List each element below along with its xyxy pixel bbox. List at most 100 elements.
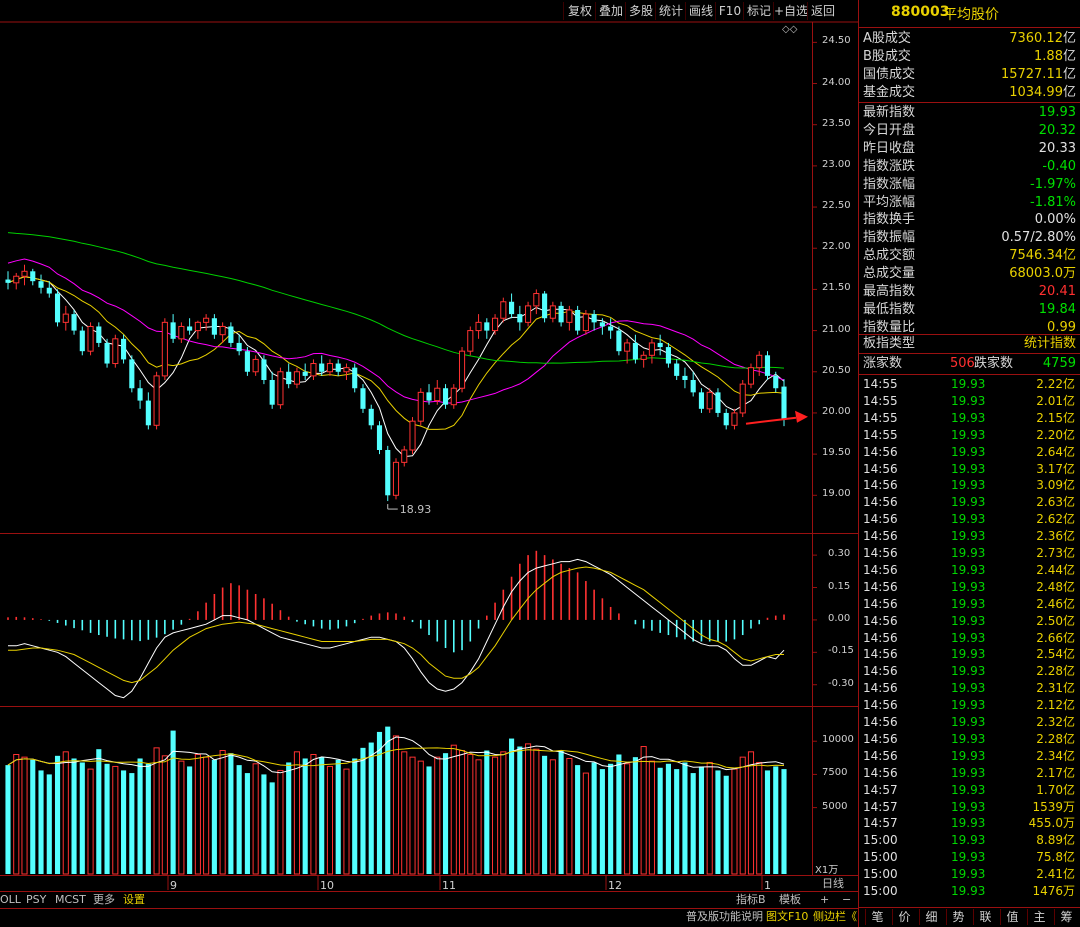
volume-bar bbox=[302, 758, 308, 874]
red-arrow-head bbox=[795, 410, 808, 423]
tick-row: 15:00 19.93 8.89亿 bbox=[861, 832, 1079, 849]
x-tick-label: 12 bbox=[608, 879, 622, 892]
tick-price: 19.93 bbox=[951, 765, 986, 780]
volume-bar bbox=[624, 763, 631, 875]
candle-body bbox=[500, 301, 507, 319]
toolbar-button[interactable]: +自选 bbox=[773, 2, 808, 20]
panel-tab[interactable]: 势 bbox=[946, 909, 970, 925]
indicator-tab[interactable]: MCST bbox=[55, 893, 86, 907]
tick-time: 14:56 bbox=[863, 546, 898, 560]
toolbar-button[interactable]: 多股 bbox=[625, 2, 656, 20]
indicator-tab[interactable]: 更多 bbox=[93, 893, 115, 907]
panel-tab[interactable]: 细 bbox=[919, 909, 943, 925]
diamond-icon[interactable]: ◇◇ bbox=[782, 24, 797, 35]
tick-row: 15:00 19.93 1476万 bbox=[861, 883, 1079, 900]
tick-price: 19.93 bbox=[951, 495, 986, 510]
indicator-tab[interactable]: OLL bbox=[0, 893, 21, 907]
volume-bar bbox=[549, 759, 556, 875]
up-count-value: 506 bbox=[950, 356, 975, 371]
panel-tab[interactable]: 联 bbox=[973, 909, 997, 925]
market-amount: 7360.12 bbox=[1009, 31, 1063, 46]
tick-volume: 455.0万 bbox=[1028, 816, 1075, 831]
panel-tab[interactable]: 笔 bbox=[865, 909, 889, 925]
toolbar-button[interactable]: 统计 bbox=[655, 2, 686, 20]
volume-bar bbox=[30, 759, 36, 874]
volume-bar bbox=[121, 770, 127, 874]
zoom-in-button[interactable]: + bbox=[820, 893, 829, 907]
macd-tick-label: 0.00 bbox=[828, 612, 851, 624]
tick-row: 14:56 19.93 2.17亿 bbox=[861, 765, 1079, 782]
tick-time: 15:00 bbox=[863, 884, 898, 898]
candle-body bbox=[368, 408, 374, 426]
panel-tab[interactable]: 筹 bbox=[1054, 909, 1078, 925]
stock-chart[interactable]: 18.93 bbox=[0, 0, 858, 927]
tick-volume: 2.01亿 bbox=[1036, 393, 1075, 408]
help-link[interactable]: 普及版功能说明 bbox=[686, 910, 763, 924]
period-label[interactable]: 日线 bbox=[822, 877, 844, 891]
panel-tab[interactable]: 主 bbox=[1027, 909, 1051, 925]
quote-label: 指数涨跌 bbox=[863, 158, 916, 174]
quote-label: 最低指数 bbox=[863, 301, 916, 317]
candle-body bbox=[739, 383, 746, 414]
quote-row: 指数换手 0.00% bbox=[862, 211, 1078, 228]
toolbar-button[interactable]: 画线 bbox=[685, 2, 716, 20]
quote-row: 最低指数 19.84 bbox=[862, 301, 1078, 318]
market-amount: 1.88 bbox=[1034, 49, 1063, 64]
volume-bar bbox=[747, 751, 755, 875]
candle-body bbox=[335, 363, 341, 372]
tick-price: 19.93 bbox=[951, 410, 986, 425]
toolbar-button[interactable]: 返回 bbox=[807, 2, 838, 20]
tick-row: 14:56 19.93 2.32亿 bbox=[861, 714, 1079, 731]
macd-tick-label: -0.15 bbox=[828, 645, 854, 657]
volume-bar bbox=[409, 756, 416, 875]
quote-value: 68003.0万 bbox=[1009, 266, 1076, 282]
tick-volume: 2.34亿 bbox=[1036, 748, 1075, 763]
tick-row: 14:56 19.93 3.09亿 bbox=[861, 477, 1079, 494]
volume-bar bbox=[129, 773, 135, 874]
tick-price: 19.93 bbox=[951, 647, 986, 662]
tick-volume: 2.12亿 bbox=[1036, 698, 1075, 713]
tick-row: 14:56 19.93 2.48亿 bbox=[861, 579, 1079, 596]
candle-body bbox=[575, 310, 581, 331]
tick-volume: 2.48亿 bbox=[1036, 579, 1075, 594]
indicator-b-button[interactable]: 指标B bbox=[736, 893, 766, 907]
divider bbox=[859, 353, 1080, 354]
candle-body bbox=[30, 271, 36, 282]
indicator-tab[interactable]: 设置 bbox=[123, 893, 145, 907]
tick-time: 14:56 bbox=[863, 596, 898, 611]
volume-bar bbox=[194, 753, 201, 875]
indicator-tab[interactable]: PSY bbox=[26, 893, 46, 907]
toolbar-button[interactable]: 复权 bbox=[563, 2, 596, 20]
tick-price: 19.93 bbox=[951, 833, 986, 848]
tick-price: 19.93 bbox=[951, 461, 986, 476]
zoom-out-button[interactable]: − bbox=[842, 893, 851, 907]
f10-link[interactable]: 图文F10 bbox=[766, 910, 808, 924]
candle-body bbox=[542, 293, 548, 319]
volume-bar bbox=[690, 773, 696, 874]
price-tick-label: 19.00 bbox=[822, 488, 851, 500]
volume-bar bbox=[170, 730, 176, 874]
candle-body bbox=[608, 326, 614, 331]
tick-price: 19.93 bbox=[951, 698, 986, 713]
volume-bar bbox=[542, 755, 548, 874]
panel-tab[interactable]: 价 bbox=[892, 909, 916, 925]
toolbar-button[interactable]: 标记 bbox=[743, 2, 774, 20]
volume-bar bbox=[426, 766, 432, 874]
template-button[interactable]: 模板 bbox=[779, 893, 801, 907]
quote-value: -1.97% bbox=[1030, 176, 1076, 192]
volume-bar bbox=[533, 748, 540, 875]
sidebar-toggle[interactable]: 侧边栏《 bbox=[813, 910, 857, 924]
tick-time: 14:56 bbox=[863, 748, 898, 763]
tick-volume: 2.46亿 bbox=[1036, 596, 1075, 611]
toolbar-button[interactable]: F10 bbox=[715, 2, 744, 20]
ma-line-short bbox=[7, 276, 785, 458]
volume-bar bbox=[723, 775, 729, 874]
tick-row: 14:56 19.93 2.46亿 bbox=[861, 596, 1079, 613]
tick-volume: 1.70亿 bbox=[1036, 782, 1075, 797]
market-value: 1.88亿 bbox=[1034, 48, 1076, 65]
panel-tab[interactable]: 值 bbox=[1000, 909, 1024, 925]
volume-bar bbox=[682, 762, 688, 874]
toolbar-button[interactable]: 叠加 bbox=[595, 2, 626, 20]
tick-time: 15:00 bbox=[863, 850, 898, 865]
candle-body bbox=[211, 318, 217, 335]
